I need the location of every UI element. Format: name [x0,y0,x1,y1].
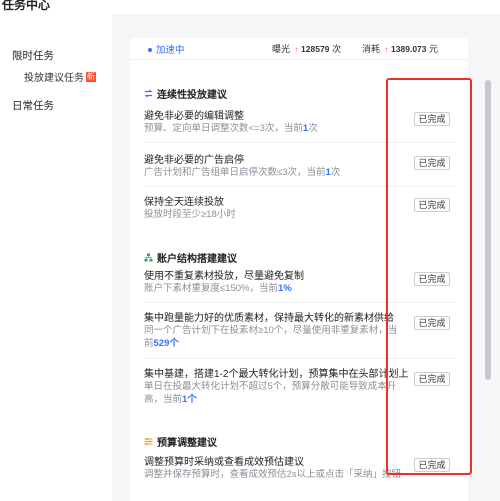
task-desc: 预算、定向单日调整次数<=3次，当前1次 [144,123,318,134]
stats-bar: 加速中 曝光 ↑ 128579 次 消耗 ↑ 1389.073 元 [130,38,468,60]
status-dot-icon [148,48,152,53]
task-item: 调整预算时采纳或查看成效预估建议 调整并保存预算时，查看成效预估2s以上或点击「… [144,456,450,482]
completed-button[interactable]: 已完成 [414,272,450,286]
window-title-bar: 任务中心 [0,0,500,14]
completed-button[interactable]: 已完成 [414,316,450,330]
completed-button[interactable]: 已完成 [414,198,450,212]
completed-button[interactable]: 已完成 [414,458,450,472]
task-title: 集中跑量能力好的优质素材，保持最大转化的新素材供给 [144,313,394,324]
task-title: 集中基建，搭建1-2个最大转化计划，预算集中在头部计划上 [144,369,409,380]
task-title: 避免非必要的广告启停 [144,155,244,166]
completed-button[interactable]: 已完成 [414,372,450,386]
section-heading-account-structure: 账户结构搭建建议 [144,250,237,265]
sliders-icon [144,437,153,446]
completed-button[interactable]: 已完成 [414,112,450,126]
exposure-stat: 曝光 ↑ 128579 次 [272,44,341,54]
task-item: 避免非必要的编辑调整 预算、定向单日调整次数<=3次，当前1次 已完成 [144,110,450,136]
divider [144,358,454,359]
speed-status: 加速中 [148,42,185,56]
task-desc: 调整并保存预算时，查看成效预估2s以上或点击「采纳」按钮 [144,469,402,480]
main-panel: 加速中 曝光 ↑ 128579 次 消耗 ↑ 1389.073 元 连续性投放建… [112,14,500,501]
hierarchy-icon [144,253,153,262]
section-heading-budget: 预算调整建议 [144,434,217,449]
swap-icon [144,89,153,98]
task-title: 保持全天连续投放 [144,197,224,208]
spend-stat: 消耗 ↑ 1389.073 元 [362,44,439,54]
task-desc: 同一个广告计划下在投素材≥10个，尽量使用非重复素材，当前529个 [144,325,398,349]
task-title: 避免非必要的编辑调整 [144,111,244,122]
task-card: 加速中 曝光 ↑ 128579 次 消耗 ↑ 1389.073 元 连续性投放建… [130,38,468,501]
task-item: 使用不重复素材投放，尽量避免复制 账户下素材重复度≤150%，当前1% 已完成 [144,270,450,296]
task-desc: 账户下素材重复度≤150%，当前1% [144,283,292,294]
divider [144,302,454,303]
task-item: 集中基建，搭建1-2个最大转化计划，预算集中在头部计划上 单日在投最大转化计划不… [144,368,450,406]
task-title: 调整预算时采纳或查看成效预估建议 [144,457,304,468]
task-desc: 广告计划和广告组单日启停次数≤3次，当前1次 [144,167,341,178]
completed-button[interactable]: 已完成 [414,156,450,170]
new-badge: 新 [86,71,96,82]
divider [144,142,454,143]
window-title: 任务中心 [2,0,51,12]
divider [144,186,454,187]
sidebar-item-ad-suggestion-tasks[interactable]: 投放建议任务 新 [24,69,96,84]
task-item: 避免非必要的广告启停 广告计划和广告组单日启停次数≤3次，当前1次 已完成 [144,154,450,180]
section-heading-continuity: 连续性投放建议 [144,86,227,101]
task-title: 使用不重复素材投放，尽量避免复制 [144,271,304,282]
sidebar: 限时任务 投放建议任务 新 日常任务 [0,14,112,501]
task-item: 集中跑量能力好的优质素材，保持最大转化的新素材供给 同一个广告计划下在投素材≥1… [144,312,450,350]
scrollbar-thumb[interactable] [485,80,491,380]
task-desc: 投放时段至少≥18小时 [144,209,236,220]
arrow-up-icon: ↑ [384,45,389,54]
arrow-up-icon: ↑ [294,45,299,54]
sidebar-group-limited-tasks[interactable]: 限时任务 [12,48,54,63]
sidebar-item-label: 投放建议任务 [24,73,84,84]
sidebar-group-daily-tasks[interactable]: 日常任务 [12,98,54,113]
task-item: 保持全天连续投放 投放时段至少≥18小时 已完成 [144,196,450,222]
task-desc: 单日在投最大转化计划不超过5个，预算分散可能导致成本升高，当前1个 [144,381,397,405]
